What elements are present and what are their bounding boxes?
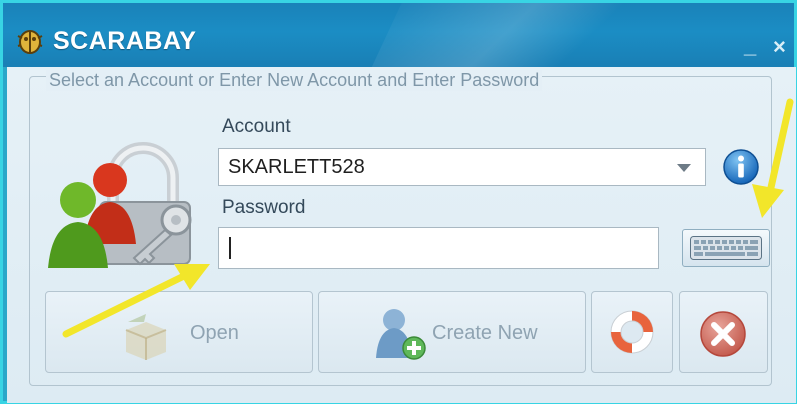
chevron-down-icon[interactable] [677, 164, 691, 172]
minimize-button[interactable]: _ [744, 33, 756, 59]
password-label: Password [222, 197, 306, 218]
create-new-button-label: Create New [432, 322, 538, 344]
keyboard-icon [690, 236, 762, 260]
account-value: SKARLETT528 [228, 156, 365, 178]
open-button[interactable] [45, 291, 313, 373]
lifebuoy-icon [610, 310, 654, 354]
open-box-icon [125, 314, 167, 360]
password-field[interactable] [218, 227, 659, 269]
group-legend: Select an Account or Enter New Account a… [46, 70, 543, 91]
window-title: SCARABAY [53, 27, 197, 55]
account-combobox[interactable]: SKARLETT528 [218, 148, 706, 186]
virtual-keyboard-button[interactable] [682, 229, 770, 267]
account-label: Account [222, 116, 291, 137]
open-button-label: Open [190, 322, 239, 344]
text-caret [229, 237, 231, 259]
add-user-icon [376, 309, 426, 360]
scarab-icon [17, 30, 43, 54]
info-icon[interactable] [722, 148, 760, 186]
title-bar[interactable]: SCARABAY _ × [3, 3, 794, 67]
cancel-icon [700, 311, 746, 357]
close-button[interactable]: × [773, 34, 786, 60]
users-lock-icon [48, 142, 192, 268]
